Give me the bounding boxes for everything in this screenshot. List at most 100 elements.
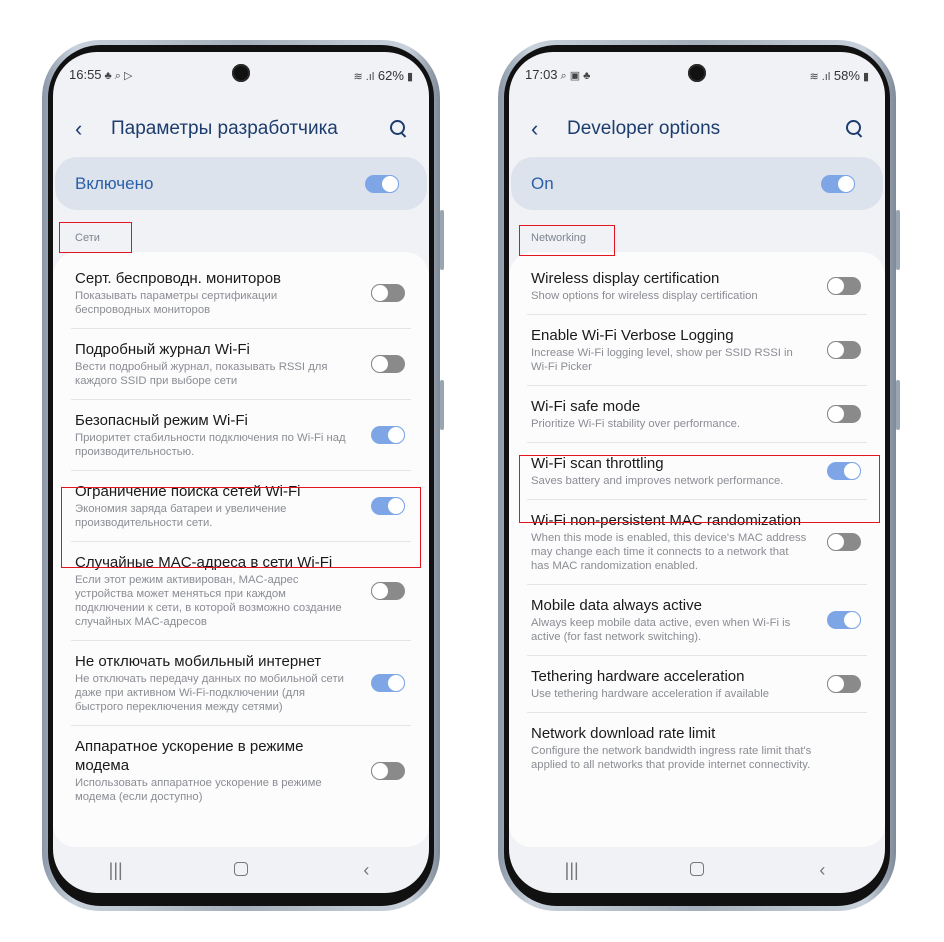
toggle-knob <box>371 284 389 302</box>
settings-list: Wireless display certification Show opti… <box>509 252 885 847</box>
toggle-knob <box>371 582 389 600</box>
toggle-knob <box>827 277 845 295</box>
setting-description: Prioritize Wi-Fi stability over performa… <box>531 418 741 430</box>
page-title: Параметры разработчика <box>111 118 338 139</box>
setting-title: Mobile data always active <box>531 597 702 614</box>
section-header: Networking <box>531 232 587 244</box>
setting-row[interactable]: Случайные MAC-адреса в сети Wi-Fi Если э… <box>71 542 411 641</box>
setting-description: Configure the network bandwidth ingress … <box>531 745 812 771</box>
setting-description: Show options for wireless display certif… <box>531 290 758 302</box>
battery-icon: ▮ <box>862 70 869 83</box>
search-icon: ⌕ <box>114 70 121 82</box>
signal-icon: .ıl <box>821 70 831 83</box>
recents-icon[interactable]: ||| <box>552 860 592 881</box>
setting-description: When this mode is enabled, this device's… <box>531 532 807 572</box>
settings-list: Серт. беспроводн. мониторов Показывать п… <box>53 252 429 847</box>
setting-title: Случайные MAC-адреса в сети Wi-Fi <box>75 554 333 571</box>
toggle-switch[interactable] <box>827 341 861 359</box>
notification-icon: ♣ <box>583 70 591 82</box>
toggle-switch[interactable] <box>827 462 861 480</box>
setting-row[interactable]: Wireless display certification Show opti… <box>527 258 867 315</box>
toggle-switch[interactable] <box>827 675 861 693</box>
toggle-switch[interactable] <box>371 497 405 515</box>
setting-description: Если этот режим активирован, MAC-адрес у… <box>75 574 342 628</box>
phone-frame: 17:03 ⌕ ▣ ♣ ≋ .ıl 58% ▮ ‹ Developer options O… <box>498 40 900 911</box>
back-nav-icon[interactable]: ‹ <box>346 860 386 881</box>
setting-row[interactable]: Enable Wi-Fi Verbose Logging Increase Wi… <box>527 315 867 386</box>
phone-frame: 16:55 ♣ ⌕ ▷ ≋ .ıl 62% ▮ ‹ Параметры разработч… <box>42 40 444 911</box>
search-icon[interactable] <box>389 119 409 139</box>
master-toggle-row[interactable]: On <box>511 157 883 210</box>
notification-icon: ♣ <box>104 70 112 82</box>
recents-icon[interactable]: ||| <box>96 860 136 881</box>
toggle-switch[interactable] <box>371 582 405 600</box>
toggle-switch[interactable] <box>371 355 405 373</box>
toggle-switch[interactable] <box>371 284 405 302</box>
setting-row[interactable]: Безопасный режим Wi-Fi Приоритет стабиль… <box>71 400 411 471</box>
navigation-bar: ||| ‹ <box>509 847 885 893</box>
setting-row[interactable]: Tethering hardware acceleration Use teth… <box>527 656 867 713</box>
battery-icon: ▮ <box>406 70 413 83</box>
toggle-knob <box>371 761 389 780</box>
home-icon[interactable] <box>221 860 261 881</box>
setting-description: Использовать аппаратное ускорение в режи… <box>75 777 322 803</box>
play-icon: ▷ <box>123 70 133 82</box>
setting-title: Аппаратное ускорение в режиме модема <box>75 738 304 774</box>
master-toggle-row[interactable]: Включено <box>55 157 427 210</box>
setting-description: Не отключать передачу данных по мобильно… <box>75 673 344 713</box>
status-bar: 17:03 ⌕ ▣ ♣ ≋ .ıl 58% ▮ <box>525 66 869 84</box>
back-icon[interactable]: ‹ <box>531 116 561 142</box>
toggle-knob <box>387 426 405 444</box>
home-icon[interactable] <box>677 860 717 881</box>
toggle-switch[interactable] <box>827 277 861 295</box>
back-nav-icon[interactable]: ‹ <box>802 860 842 881</box>
master-toggle-switch[interactable] <box>821 174 855 193</box>
setting-description: Приоритет стабильности подключения по Wi… <box>75 432 346 458</box>
setting-description: Always keep mobile data active, even whe… <box>531 617 791 643</box>
setting-row[interactable]: Серт. беспроводн. мониторов Показывать п… <box>71 258 411 329</box>
master-toggle-switch[interactable] <box>365 174 399 193</box>
phone-screen: 17:03 ⌕ ▣ ♣ ≋ .ıl 58% ▮ ‹ Developer options O… <box>509 52 885 893</box>
setting-title: Безопасный режим Wi-Fi <box>75 412 248 429</box>
battery-level: 62% <box>377 67 404 83</box>
section-header: Сети <box>75 232 100 244</box>
setting-title: Подробный журнал Wi-Fi <box>75 341 250 358</box>
master-toggle-label: Включено <box>75 173 154 193</box>
setting-title: Wi-Fi safe mode <box>531 398 641 415</box>
setting-description: Вести подробный журнал, показывать RSSI … <box>75 361 328 387</box>
signal-icon: .ıl <box>365 70 375 83</box>
toggle-switch[interactable] <box>827 405 861 423</box>
setting-row[interactable]: Wi-Fi safe mode Prioritize Wi-Fi stabili… <box>527 386 867 443</box>
setting-row[interactable]: Ограничение поиска сетей Wi-Fi Экономия … <box>71 471 411 542</box>
toggle-knob <box>387 497 405 515</box>
toggle-knob <box>387 674 405 692</box>
wifi-icon: ≋ <box>353 70 363 83</box>
toggle-switch[interactable] <box>827 533 861 551</box>
master-toggle-label: On <box>531 173 554 193</box>
setting-row[interactable]: Подробный журнал Wi-Fi Вести подробный ж… <box>71 329 411 400</box>
toggle-switch[interactable] <box>371 761 405 780</box>
toggle-knob <box>843 462 861 480</box>
toggle-switch[interactable] <box>371 426 405 444</box>
page-title: Developer options <box>567 118 721 139</box>
toggle-switch[interactable] <box>827 611 861 629</box>
toggle-knob <box>843 611 861 629</box>
status-bar: 16:55 ♣ ⌕ ▷ ≋ .ıl 62% ▮ <box>69 66 413 84</box>
setting-row[interactable]: Wi-Fi scan throttling Saves battery and … <box>527 443 867 500</box>
toggle-switch[interactable] <box>371 674 405 692</box>
setting-row[interactable]: Mobile data always active Always keep mo… <box>527 585 867 656</box>
setting-row[interactable]: Аппаратное ускорение в режиме модема Исп… <box>71 726 411 815</box>
toggle-knob <box>827 405 845 423</box>
search-icon[interactable] <box>845 119 865 139</box>
toggle-knob <box>827 341 845 359</box>
setting-row[interactable]: Wi-Fi non-persistent MAC randomization W… <box>527 500 867 585</box>
setting-title: Network download rate limit <box>531 725 716 742</box>
setting-title: Wi-Fi non-persistent MAC randomization <box>531 512 802 529</box>
setting-row[interactable]: Не отключать мобильный интернет Не отклю… <box>71 641 411 726</box>
wifi-icon: ≋ <box>809 70 819 83</box>
setting-title: Wireless display certification <box>531 270 720 287</box>
setting-row[interactable]: Network download rate limit Configure th… <box>527 713 867 783</box>
setting-title: Enable Wi-Fi Verbose Logging <box>531 327 734 344</box>
back-icon[interactable]: ‹ <box>75 116 105 142</box>
toggle-knob <box>827 675 845 693</box>
